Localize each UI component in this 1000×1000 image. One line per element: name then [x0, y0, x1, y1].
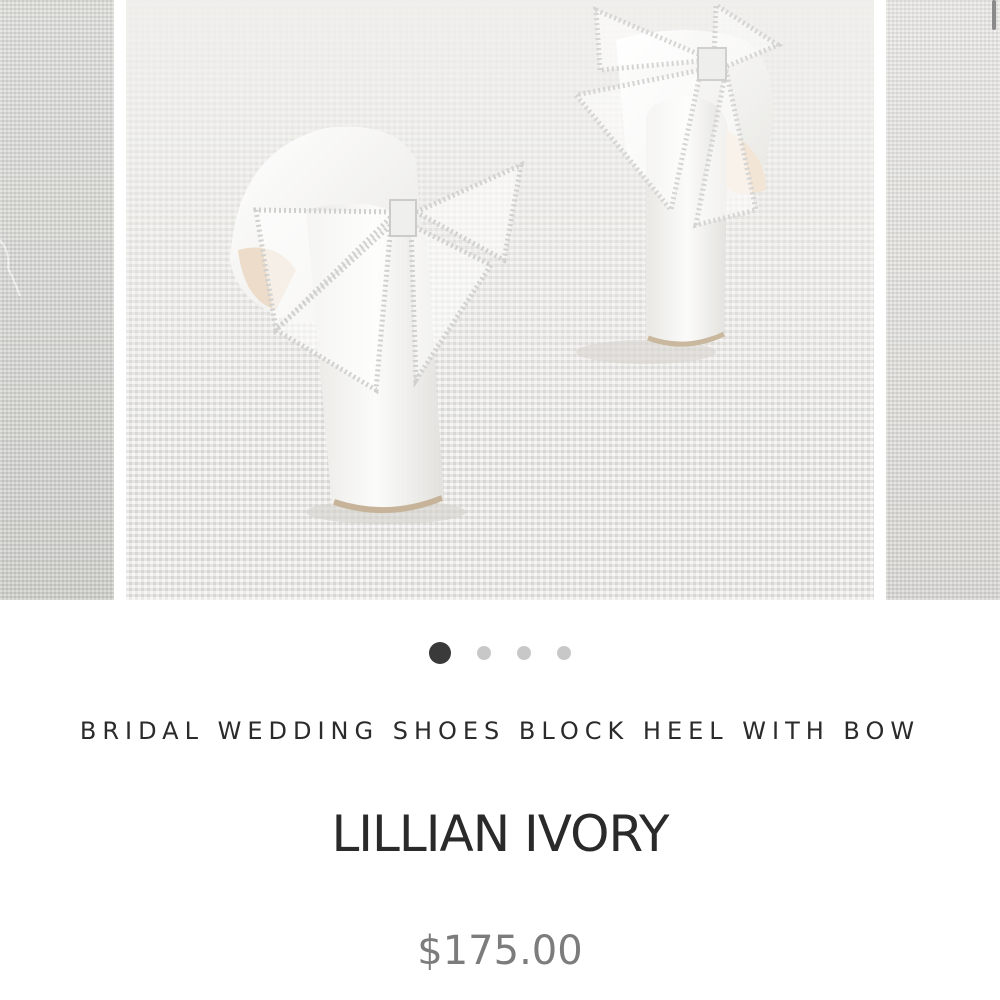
image-carousel[interactable]: [0, 0, 1000, 600]
back-shoe: [571, 0, 784, 364]
front-shoe: [230, 126, 525, 524]
carousel-dot-4[interactable]: [557, 646, 571, 660]
carousel-slide-current[interactable]: [126, 0, 874, 600]
carousel-slide-next[interactable]: [886, 0, 1000, 600]
carousel-dot-1[interactable]: [429, 642, 451, 664]
scroll-indicator[interactable]: [992, 0, 996, 30]
carousel-pagination: [0, 641, 1000, 665]
carousel-dot-2[interactable]: [477, 646, 491, 660]
product-price: $175.00: [417, 928, 583, 974]
product-title: LILLIAN IVORY: [331, 805, 669, 863]
fabric-texture: [0, 0, 114, 600]
product-photo-shoes: [230, 0, 784, 524]
product-page: BRIDAL WEDDING SHOES BLOCK HEEL WITH BOW…: [0, 0, 1000, 1000]
carousel-dot-3[interactable]: [517, 646, 531, 660]
fabric-texture: [886, 0, 1000, 600]
carousel-slide-previous[interactable]: [0, 0, 114, 600]
product-subtitle: BRIDAL WEDDING SHOES BLOCK HEEL WITH BOW: [79, 717, 921, 745]
